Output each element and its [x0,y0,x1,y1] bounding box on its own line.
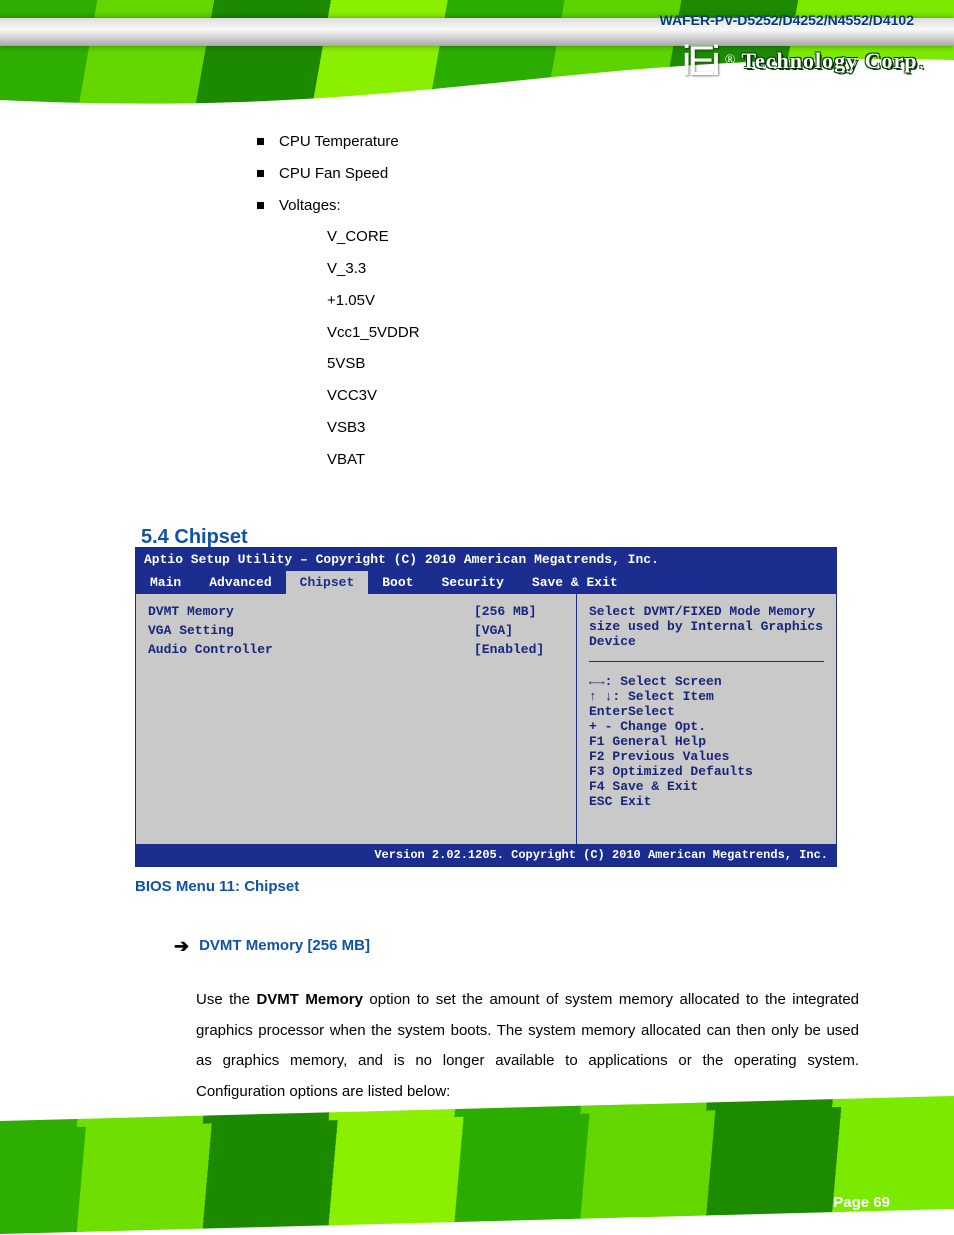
arrow-right-icon: ➔ [174,928,189,965]
bios-help-text: Select DVMT/FIXED Mode Memory size used … [589,604,824,649]
bios-help-pane: Select DVMT/FIXED Mode Memory size used … [577,594,836,844]
section-title: Chipset [174,526,247,548]
section-number: 5.4 [141,526,169,548]
bios-nav-line: EnterSelect [589,704,824,719]
bios-nav-line: ESC Exit [589,794,824,809]
bios-setting-value: [VGA] [474,623,564,638]
bios-setting-row: Audio Controller [Enabled] [148,642,564,657]
list-item: V_3.3 [327,255,857,283]
bios-nav-line: + - Change Opt. [589,719,824,734]
list-item: VSB3 [327,414,857,442]
bios-tab: Main [136,571,195,594]
option-paragraph: Use the DVMT Memory option to set the am… [196,985,859,1108]
figure-caption: BIOS Menu 11: Chipset [135,878,299,895]
brand-name: Technology Corp. [741,48,924,74]
bios-tab: Advanced [195,571,285,594]
brand-logo-text: iEi [682,40,717,82]
footer-band [0,1095,954,1235]
bios-setting-label: DVMT Memory [148,604,234,619]
option-heading-row: ➔ DVMT Memory [256 MB] [174,928,859,965]
para-before: Use the [196,991,256,1008]
list-item: Vcc1_5VDDR [327,319,857,347]
list-item: 5VSB [327,350,857,378]
brand-block: iEi ® Technology Corp. [682,40,924,82]
bios-header: Aptio Setup Utility – Copyright (C) 2010… [136,548,836,571]
list-item: CPU Temperature [257,128,857,156]
bios-footer: Version 2.02.1205. Copyright (C) 2010 Am… [136,844,836,866]
bios-nav-line: ↑ ↓: Select Item [589,689,824,704]
list-item: CPU Fan Speed [257,160,857,188]
bios-tab: Boot [368,571,427,594]
bios-setting-row: VGA Setting [VGA] [148,623,564,638]
bios-menu-figure: Aptio Setup Utility – Copyright (C) 2010… [135,547,837,867]
document-title: WAFER-PV-D5252/D4252/N4552/D4102 [660,12,914,28]
bios-nav-line: F1 General Help [589,734,824,749]
bios-setting-value: [256 MB] [474,604,564,619]
bios-nav-line: F2 Previous Values [589,749,824,764]
bios-nav-line: F3 Optimized Defaults [589,764,824,779]
bios-nav-keys: ←→: Select Screen↑ ↓: Select ItemEnterSe… [589,674,824,809]
registered-icon: ® [725,53,736,69]
bios-nav-line: F4 Save & Exit [589,779,824,794]
list-item: +1.05V [327,287,857,315]
bios-setting-label: VGA Setting [148,623,234,638]
brand-name-text: Technology Corp [741,48,917,73]
monitor-list: CPU TemperatureCPU Fan SpeedVoltages:V_C… [257,128,857,473]
brand-suffix: . [920,57,925,72]
bios-tab: Chipset [286,571,369,594]
list-item: VBAT [327,446,857,474]
bios-nav-line: ←→: Select Screen [589,674,824,689]
bios-setting-value: [Enabled] [474,642,564,657]
para-bold: DVMT Memory [256,991,362,1008]
bios-setting-row: DVMT Memory [256 MB] [148,604,564,619]
voltage-sublist: V_CORE V_3.3 +1.05V Vcc1_5VDDR 5VSB VCC3V VSB3… [327,223,857,473]
bios-tab: Security [427,571,517,594]
bios-setting-label: Audio Controller [148,642,273,657]
bios-settings-pane: DVMT Memory [256 MB] VGA Setting [VGA] Audio… [136,594,577,844]
page-number: Page 69 [833,1194,890,1211]
option-heading: DVMT Memory [256 MB] [199,931,370,962]
list-item: V_CORE [327,223,857,251]
bios-tabs: MainAdvancedChipsetBootSecuritySave & Ex… [136,571,836,594]
list-item: Voltages:V_COREV_3.3+1.05VVcc1_5VDDR5VSB… [257,192,857,474]
list-item: VCC3V [327,382,857,410]
bios-divider [589,661,824,662]
bios-tab: Save & Exit [518,571,632,594]
